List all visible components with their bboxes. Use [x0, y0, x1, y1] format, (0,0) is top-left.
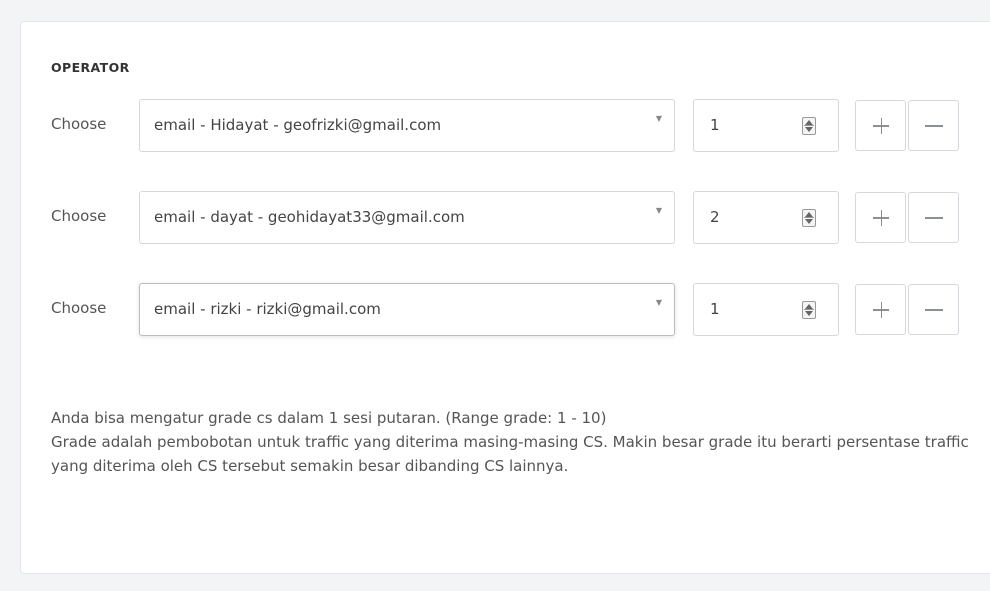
grade-input[interactable]: 2	[693, 191, 839, 244]
operator-row: Choose email - dayat - geohidayat33@gmai…	[21, 191, 990, 246]
operator-select-value: email - Hidayat - geofrizki@gmail.com	[154, 116, 442, 134]
choose-label: Choose	[51, 207, 107, 225]
operator-row: Choose email - Hidayat - geofrizki@gmail…	[21, 99, 990, 154]
operator-select[interactable]: email - Hidayat - geofrizki@gmail.com ▼	[139, 99, 675, 152]
operator-select[interactable]: email - dayat - geohidayat33@gmail.com ▼	[139, 191, 675, 244]
grade-value: 1	[710, 116, 720, 134]
remove-row-button[interactable]	[908, 284, 959, 335]
grade-input[interactable]: 1	[693, 283, 839, 336]
operator-row: Choose email - rizki - rizki@gmail.com ▼…	[21, 283, 990, 338]
help-line-2: Grade adalah pembobotan untuk traffic ya…	[51, 433, 969, 475]
add-row-button[interactable]	[855, 192, 906, 243]
remove-row-button[interactable]	[908, 192, 959, 243]
help-line-1: Anda bisa mengatur grade cs dalam 1 sesi…	[51, 409, 607, 427]
operator-select[interactable]: email - rizki - rizki@gmail.com ▼	[139, 283, 675, 336]
operator-select-value: email - dayat - geohidayat33@gmail.com	[154, 208, 465, 226]
section-title: OPERATOR	[51, 60, 130, 75]
grade-input[interactable]: 1	[693, 99, 839, 152]
caret-down-icon: ▼	[655, 206, 662, 215]
caret-down-icon: ▼	[655, 114, 662, 123]
help-text: Anda bisa mengatur grade cs dalam 1 sesi…	[51, 406, 990, 478]
choose-label: Choose	[51, 299, 107, 317]
grade-value: 2	[710, 208, 720, 226]
grade-value: 1	[710, 300, 720, 318]
operator-card: OPERATOR Choose email - Hidayat - geofri…	[20, 21, 990, 574]
add-row-button[interactable]	[855, 284, 906, 335]
spinner-icon[interactable]	[802, 301, 816, 319]
spinner-icon[interactable]	[802, 209, 816, 227]
add-row-button[interactable]	[855, 100, 906, 151]
operator-select-value: email - rizki - rizki@gmail.com	[154, 300, 381, 318]
spinner-icon[interactable]	[802, 117, 816, 135]
caret-down-icon: ▼	[655, 298, 662, 307]
choose-label: Choose	[51, 115, 107, 133]
remove-row-button[interactable]	[908, 100, 959, 151]
